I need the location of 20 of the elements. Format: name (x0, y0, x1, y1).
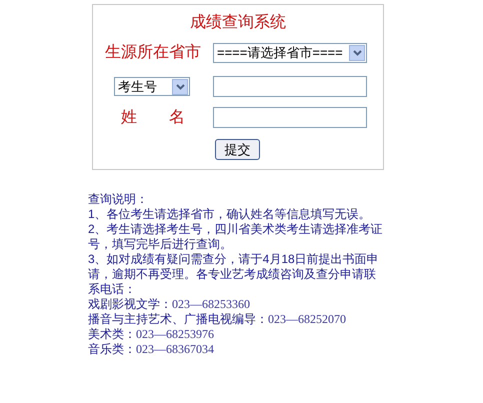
contact-label: 音乐类： (88, 342, 136, 357)
phone-number: 023—68253976 (136, 327, 214, 342)
notes-heading: 查询说明： (88, 192, 148, 207)
contact-label: 美术类： (88, 327, 136, 342)
contact-label: 播音与主持艺术、广播电视编导： (88, 312, 268, 327)
phone-number: 023—68252070 (268, 312, 346, 327)
form-title: 成绩查询系统 (190, 13, 286, 33)
name-label: 姓 名 (121, 108, 186, 128)
phone-number: 023—68253360 (172, 297, 250, 312)
contact-label: 戏剧影视文学： (88, 297, 172, 312)
id-type-select[interactable]: 考生号 (114, 77, 190, 96)
submit-button[interactable]: 提交 (215, 139, 260, 160)
province-label: 生源所在省市 (105, 43, 201, 63)
province-select[interactable]: ====请选择省市==== (213, 43, 367, 63)
name-input-field[interactable] (213, 107, 367, 128)
phone-number: 023—68367034 (136, 342, 214, 357)
id-input-field[interactable] (213, 76, 367, 97)
note-paragraph: 3、如对成绩有疑问需查分，请于4月18日前提出书面申请，逾期不再受理。各专业艺考成绩咨询及查分申请联系电话： (88, 252, 380, 297)
note-paragraph: 2、考生请选择考生号，四川省美术类考生请选择准考证号，填写完毕后进行查询。 (88, 222, 384, 252)
note-paragraph: 1、各位考生请选择省市，确认姓名等信息填写无误。 (88, 207, 372, 222)
